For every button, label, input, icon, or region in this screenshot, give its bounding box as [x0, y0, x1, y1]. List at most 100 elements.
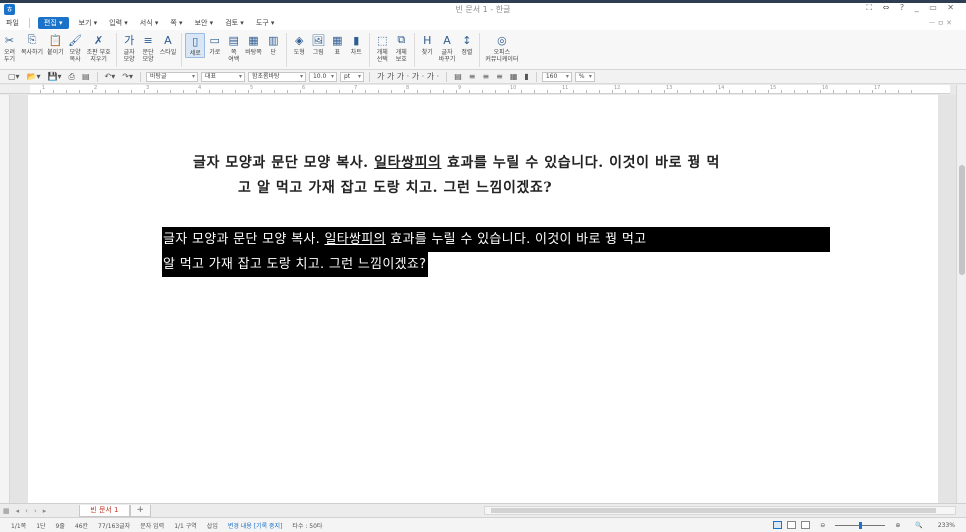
add-tab-button[interactable]: + — [129, 504, 152, 517]
align-left-icon[interactable]: ≡ — [467, 72, 478, 81]
master-page-button[interactable]: ▦ 바탕쪽 — [243, 33, 264, 57]
menu-edit[interactable]: 편집 ▾ — [37, 17, 69, 29]
tab-next-icon[interactable]: › — [31, 507, 40, 515]
redo-icon[interactable]: ↷▾ — [120, 72, 135, 81]
zoom-select[interactable]: 160 — [541, 71, 572, 82]
para2-line1-text: 글자 모양과 문단 모양 복사. — [163, 232, 325, 247]
zoom-slider[interactable] — [835, 521, 886, 529]
para1-line1-text: 글자 모양과 문단 모양 복사. — [193, 155, 375, 171]
menu-file[interactable]: 파일 — [0, 17, 25, 29]
view-normal-icon[interactable] — [773, 521, 783, 529]
vertical-scroll-thumb[interactable] — [959, 165, 965, 275]
language-select[interactable]: 대표 — [200, 71, 245, 82]
office-communicator-button[interactable]: ◎ 오피스 커뮤니케이터 — [483, 33, 520, 64]
shape-button[interactable]: ◈ 도형 — [290, 33, 309, 57]
ruler-number: 4 — [198, 85, 202, 91]
landscape-button[interactable]: ▭ 가로 — [205, 33, 224, 57]
ruler-number: 11 — [562, 85, 569, 91]
format-painter-button[interactable]: 🖌 모양 복사 — [66, 33, 85, 64]
tab-last-icon[interactable]: ▸ — [40, 507, 50, 515]
paragraph-selected[interactable]: 글자 모양과 문단 모양 복사. 일타쌍피의 효과를 누릴 수 있습니다. 이것… — [162, 227, 830, 252]
columns-button[interactable]: ▥ 단 — [264, 33, 283, 57]
table-button[interactable]: ▦ 표 — [328, 33, 347, 57]
hwp-window: ㅎ 빈 문서 1 - 한글 ⛶ ⇔ ? _ ▭ ✕ 파일 편집 ▾ 보기 ▾ 입… — [0, 0, 966, 532]
page-margin-icon: ▤ — [228, 33, 239, 47]
char-shape-button[interactable]: 가 글자 모양 — [120, 33, 139, 63]
align-right-icon[interactable]: ≡ — [494, 72, 505, 81]
tab-menu-icon[interactable]: ▦ — [0, 507, 13, 515]
view-outline-icon[interactable] — [801, 521, 811, 529]
menu-divider — [28, 18, 30, 28]
status-insert-mode[interactable]: 삽입 — [202, 521, 223, 530]
zoom-out-icon[interactable]: ⊖ — [815, 522, 830, 529]
paragraph-selected-line2[interactable]: 알 먹고 가재 잡고 도랑 치고. 그런 느낌이겠죠? — [162, 252, 429, 277]
portrait-button[interactable]: ▯ 세로 — [185, 33, 206, 58]
window-controls[interactable]: ⛶ ⇔ ? _ ▭ ✕ — [866, 3, 958, 13]
ruler-number: 6 — [302, 85, 306, 91]
clear-codes-button[interactable]: ✗ 조판 부호 지우기 — [85, 33, 113, 64]
size-unit-select[interactable]: pt — [339, 71, 364, 82]
preview-icon[interactable]: ▤ — [80, 72, 92, 81]
copy-button[interactable]: ⎘ 복사하기 — [19, 33, 45, 56]
chart-button[interactable]: ▮ 차트 — [347, 33, 366, 57]
vertical-scrollbar[interactable] — [956, 85, 966, 503]
status-char-count: 77/163글자 — [98, 522, 131, 530]
landscape-label: 가로 — [209, 49, 221, 56]
menu-security[interactable]: 보안 ▾ — [189, 17, 220, 29]
save-icon[interactable]: 💾▾ — [46, 72, 64, 81]
distribute-icon[interactable]: ▦ — [508, 72, 520, 81]
open-folder-icon[interactable]: 📂▾ — [25, 72, 43, 81]
paragraph-pasted-format[interactable]: 글자 모양과 문단 모양 복사. 일타쌍피의 효과를 누릴 수 있습니다. 이것… — [193, 151, 833, 201]
font-size-select[interactable]: 10.0 — [308, 71, 337, 82]
undo-icon[interactable]: ↶▾ — [103, 72, 118, 81]
tab-document[interactable]: 빈 문서 1 — [79, 504, 130, 517]
view-web-icon[interactable] — [787, 521, 797, 529]
cut-button[interactable]: ✂ 오려 두기 — [0, 33, 19, 64]
status-column: 1단 — [36, 522, 46, 530]
object-protect-button[interactable]: ⧉ 개체 보호 — [392, 33, 411, 63]
object-select-button[interactable]: ⬚ 개체 선택 — [373, 33, 392, 64]
para1-underlined-word: 일타쌍피의 — [374, 155, 442, 171]
char-style-buttons[interactable]: 가 가 가 · 가 · 가 · — [375, 71, 441, 82]
vertical-ruler[interactable] — [0, 95, 10, 503]
page-margin-button[interactable]: ▤ 쪽 여백 — [224, 33, 243, 64]
menu-insert[interactable]: 입력 ▾ — [103, 17, 134, 29]
paste-icon: 📋 — [48, 33, 63, 47]
menu-review[interactable]: 검토 ▾ — [219, 17, 250, 29]
menu-view[interactable]: 보기 ▾ — [73, 17, 104, 29]
style-button[interactable]: A 스타일 — [158, 33, 179, 57]
menu-format[interactable]: 서식 ▾ — [134, 17, 165, 29]
align-center-icon[interactable]: ≡ — [480, 72, 491, 81]
horizontal-scrollbar[interactable] — [484, 506, 956, 515]
sort-button[interactable]: ↕ 정렬 — [457, 33, 476, 57]
document-page[interactable]: 글자 모양과 문단 모양 복사. 일타쌍피의 효과를 누릴 수 있습니다. 이것… — [28, 95, 938, 503]
zoom-slider-knob[interactable] — [859, 521, 863, 529]
tab-first-icon[interactable]: ◂ — [13, 507, 23, 515]
menu-page[interactable]: 쪽 ▾ — [164, 17, 188, 29]
zoom-search-icon[interactable]: 🔍 — [910, 522, 927, 529]
replace-button[interactable]: A 글자 바꾸기 — [437, 33, 458, 64]
picture-button[interactable]: 🖼 그림 — [309, 33, 328, 57]
zoom-level[interactable]: 233% — [933, 522, 960, 529]
paste-button[interactable]: 📋 붙이기 — [45, 33, 66, 57]
char-shape-label: 글자 모양 — [123, 49, 135, 63]
font-select[interactable]: 함초롬바탕 — [247, 71, 306, 82]
menu-tools[interactable]: 도구 ▾ — [250, 17, 281, 29]
status-track-changes[interactable]: 변경 내용 [기록 중지] — [223, 521, 288, 530]
status-page[interactable]: 1/1쪽 — [6, 521, 31, 530]
horizontal-ruler[interactable]: 1 2 3 4 5 6 7 8 9 10 11 12 13 14 15 16 17 — [30, 85, 950, 94]
tab-prev-icon[interactable]: ‹ — [22, 507, 31, 515]
zoom-unit-select[interactable]: % — [574, 71, 595, 82]
new-doc-icon[interactable]: ▢▾ — [6, 72, 22, 81]
find-button[interactable]: H 찾기 — [418, 33, 437, 57]
ribbon-window-controls[interactable]: ㅡ ㅁ ✕ — [929, 18, 966, 28]
para-shape-button[interactable]: ≡ 문단 모양 — [139, 33, 158, 64]
horizontal-scroll-thumb[interactable] — [491, 508, 936, 513]
divide-icon[interactable]: ▮ — [522, 72, 530, 81]
status-input-mode: 문자 입력 — [140, 522, 165, 530]
style-select[interactable]: 바탕글 — [145, 71, 198, 82]
print-icon[interactable]: ⎙ — [67, 72, 77, 82]
align-justify-icon[interactable]: ▤ — [452, 72, 464, 81]
zoom-in-icon[interactable]: ⊕ — [890, 522, 905, 529]
office-communicator-label: 오피스 커뮤니케이터 — [485, 49, 519, 63]
